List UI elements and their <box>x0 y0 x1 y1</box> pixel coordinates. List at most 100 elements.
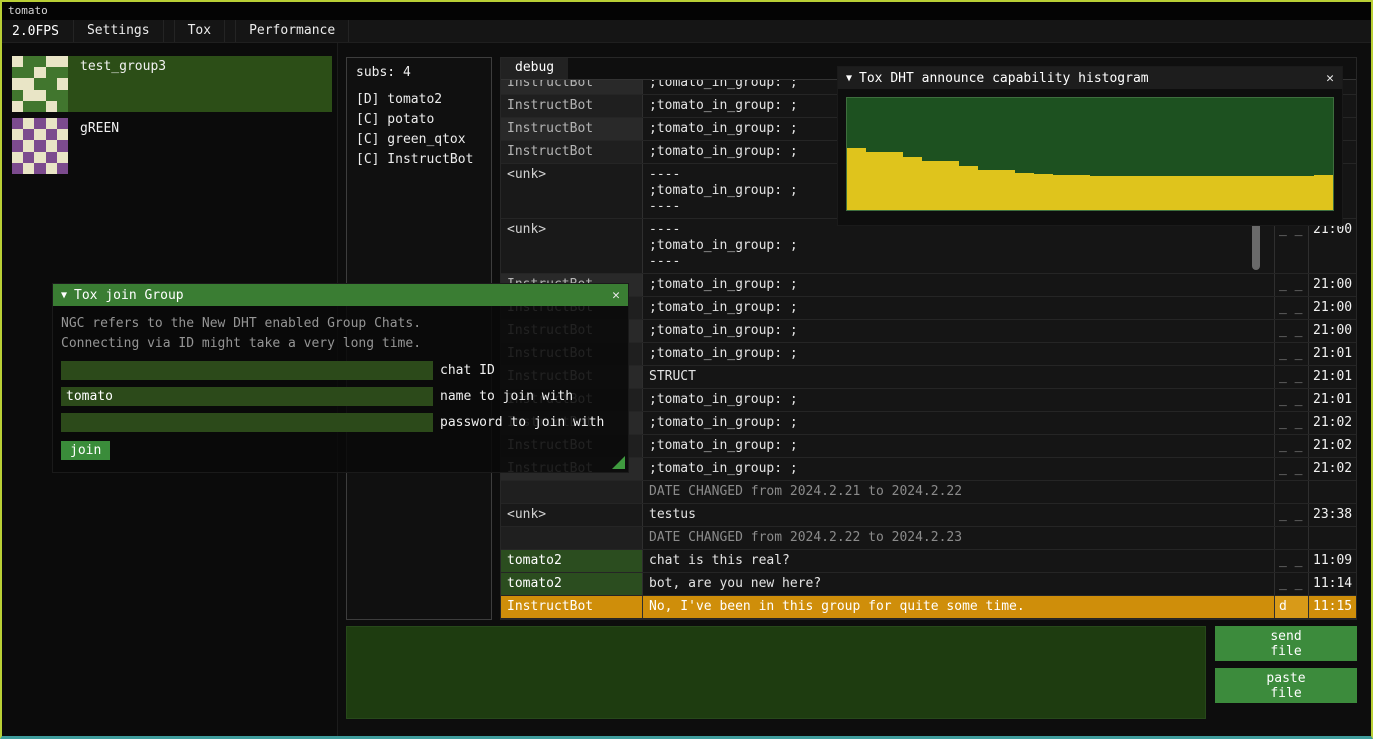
message-text: ;tomato_in_group: ; <box>643 435 1274 457</box>
message-time <box>1308 527 1356 549</box>
tab-debug[interactable]: debug <box>501 58 568 79</box>
collapse-arrow-icon[interactable]: ▼ <box>61 290 67 301</box>
resize-grip-icon[interactable] <box>612 456 625 469</box>
dht-histogram-window: ▼ Tox DHT announce capability histogram … <box>837 66 1343 226</box>
avatar-pixel <box>23 129 34 140</box>
message-text: ;tomato_in_group: ; <box>643 274 1274 296</box>
avatar-pixel <box>23 67 34 78</box>
chat-row: <unk>testus_ _23:38 <box>501 504 1356 527</box>
avatar-pixel <box>57 56 68 67</box>
group-item[interactable]: gREEN <box>12 118 332 174</box>
chat-row: InstructBot;tomato_in_group: ;_ _21:00 <box>501 297 1356 320</box>
message-line: chat is this real? <box>649 553 1268 569</box>
sub-item[interactable]: [C] potato <box>356 110 482 130</box>
avatar-pixel <box>23 78 34 89</box>
chat-id-input[interactable] <box>61 361 433 380</box>
join-window-body: NGC refers to the New DHT enabled Group … <box>53 306 628 468</box>
sender-name: tomato2 <box>501 550 643 572</box>
avatar-pixel <box>46 163 57 174</box>
histogram-bar <box>959 166 978 210</box>
sender-name: <unk> <box>501 504 643 526</box>
join-hint-2: Connecting via ID might take a very long… <box>61 334 620 354</box>
message-line: STRUCT <box>649 369 1268 385</box>
avatar-pixel <box>34 129 45 140</box>
message-line: ---- <box>649 254 1268 270</box>
message-line: testus <box>649 507 1268 523</box>
avatar-pixel <box>34 56 45 67</box>
chat-row: InstructBot;tomato_in_group: ;_ _21:02 <box>501 458 1356 481</box>
message-text: bot, are you new here? <box>643 573 1274 595</box>
join-password-input[interactable] <box>61 413 433 432</box>
message-flags: _ _ <box>1274 320 1308 342</box>
message-text: No, I've been in this group for quite so… <box>643 596 1274 618</box>
message-time: 11:14 <box>1308 573 1356 595</box>
join-button[interactable]: join <box>61 441 110 460</box>
message-text: ;tomato_in_group: ; <box>643 458 1274 480</box>
message-text: STRUCT <box>643 366 1274 388</box>
window-titlebar: tomato <box>2 2 1371 20</box>
message-line: ;tomato_in_group: ; <box>649 392 1268 408</box>
avatar-pixel <box>46 140 57 151</box>
join-window-titlebar[interactable]: ▼ Tox join Group ✕ <box>53 284 628 306</box>
join-window-title: Tox join Group <box>74 288 612 303</box>
message-time: 23:38 <box>1308 504 1356 526</box>
histogram-bar <box>1053 175 1072 210</box>
message-flags: d <box>1274 596 1308 618</box>
avatar-pixel <box>46 56 57 67</box>
collapse-arrow-icon[interactable]: ▼ <box>846 73 852 84</box>
sub-item[interactable]: [C] InstructBot <box>356 150 482 170</box>
avatar-pixel <box>46 101 57 112</box>
message-time: 11:15 <box>1308 596 1356 618</box>
histogram-window-titlebar[interactable]: ▼ Tox DHT announce capability histogram … <box>838 67 1342 89</box>
chat-row: InstructBot;tomato_in_group: ;_ _21:01 <box>501 389 1356 412</box>
avatar-pixel <box>34 152 45 163</box>
histogram-bar <box>1239 176 1258 210</box>
sub-item[interactable]: [C] green_qtox <box>356 130 482 150</box>
histogram-bar <box>1090 176 1109 210</box>
avatar-pixel <box>34 118 45 129</box>
histogram-bar <box>1071 175 1090 210</box>
message-line: ;tomato_in_group: ; <box>649 346 1268 362</box>
system-row: DATE CHANGED from 2024.2.21 to 2024.2.22 <box>501 481 1356 504</box>
avatar-pixel <box>57 163 68 174</box>
histogram-bar <box>1296 176 1315 210</box>
message-time: 21:00 <box>1308 297 1356 319</box>
sub-item[interactable]: [D] tomato2 <box>356 90 482 110</box>
chat-scrollbar[interactable] <box>1252 222 1260 270</box>
message-time: 21:01 <box>1308 366 1356 388</box>
paste-file-label-line2: file <box>1270 686 1301 701</box>
sender-name: InstructBot <box>501 95 643 117</box>
message-text: ;tomato_in_group: ; <box>643 297 1274 319</box>
avatar-pixel <box>12 67 23 78</box>
message-input[interactable] <box>346 626 1206 719</box>
menu-settings[interactable]: Settings <box>73 20 164 42</box>
message-line: bot, are you new here? <box>649 576 1268 592</box>
avatar-pixel <box>57 152 68 163</box>
message-text: chat is this real? <box>643 550 1274 572</box>
histogram-bar <box>1165 176 1184 210</box>
system-text: DATE CHANGED from 2024.2.22 to 2024.2.23 <box>643 527 1274 549</box>
avatar-pixel <box>12 56 23 67</box>
avatar-pixel <box>23 118 34 129</box>
group-name: gREEN <box>80 118 119 136</box>
chat-row: InstructBotNo, I've been in this group f… <box>501 596 1356 619</box>
send-file-button[interactable]: send file <box>1215 626 1357 661</box>
join-name-input[interactable] <box>61 387 433 406</box>
avatar-pixel <box>12 152 23 163</box>
histogram-bar <box>903 157 922 210</box>
histogram-bar <box>866 152 885 210</box>
avatar-pixel <box>57 67 68 78</box>
join-name-label: name to join with <box>440 389 573 404</box>
group-item[interactable]: test_group3 <box>12 56 332 112</box>
menu-performance[interactable]: Performance <box>235 20 349 42</box>
histogram-bar <box>922 161 941 210</box>
message-flags: _ _ <box>1274 219 1308 273</box>
avatar-pixel <box>12 78 23 89</box>
close-icon[interactable]: ✕ <box>612 288 620 303</box>
message-time: 21:01 <box>1308 389 1356 411</box>
close-icon[interactable]: ✕ <box>1326 71 1334 86</box>
message-flags: _ _ <box>1274 366 1308 388</box>
paste-file-button[interactable]: paste file <box>1215 668 1357 703</box>
menu-tox[interactable]: Tox <box>174 20 225 42</box>
app-window: tomato 2.0FPS Settings Tox Performance t… <box>0 0 1373 739</box>
